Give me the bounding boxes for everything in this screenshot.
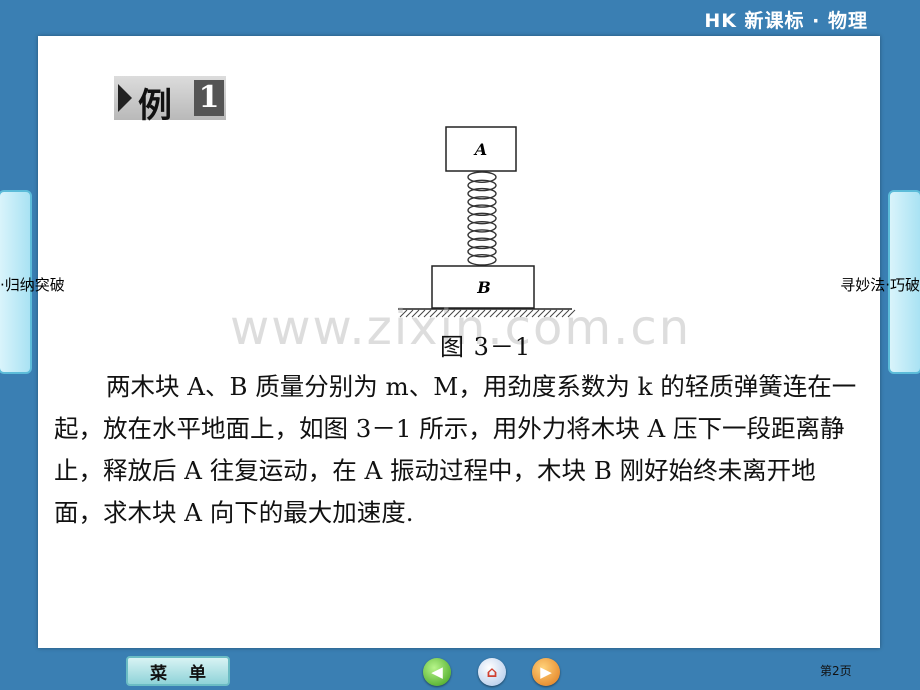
spring-coil bbox=[467, 171, 497, 266]
header-title: HK 新课标 · 物理 bbox=[704, 10, 868, 32]
next-icon: ▶ bbox=[540, 663, 552, 681]
example-word: 例 bbox=[138, 86, 172, 126]
menu-label-right: 单 bbox=[189, 663, 206, 684]
left-side-label[interactable]: ·归纳突破 bbox=[0, 274, 65, 295]
figure-caption: 图 3－1 bbox=[440, 333, 532, 361]
problem-text: 两木块 A、B 质量分别为 m、M，用劲度系数为 k 的轻质弹簧连在一起，放在水… bbox=[54, 372, 857, 527]
prev-icon: ◀ bbox=[431, 663, 443, 681]
block-b-label: B bbox=[476, 278, 491, 297]
right-side-label[interactable]: 寻妙法·巧破 bbox=[840, 274, 920, 295]
menu-label-left: 菜 bbox=[150, 663, 167, 684]
spring-figure: A B bbox=[398, 126, 576, 318]
example-number: 1 bbox=[194, 80, 224, 116]
home-button[interactable]: ⌂ bbox=[478, 658, 506, 686]
next-button[interactable]: ▶ bbox=[532, 658, 560, 686]
badge-arrow-icon bbox=[118, 84, 132, 112]
block-a-label: A bbox=[473, 140, 487, 159]
example-badge: 例 1 bbox=[114, 76, 226, 126]
prev-button[interactable]: ◀ bbox=[423, 658, 451, 686]
page-number: 第2页 bbox=[820, 664, 852, 678]
home-icon: ⌂ bbox=[486, 663, 498, 681]
menu-button[interactable]: 菜 单 bbox=[126, 656, 230, 686]
